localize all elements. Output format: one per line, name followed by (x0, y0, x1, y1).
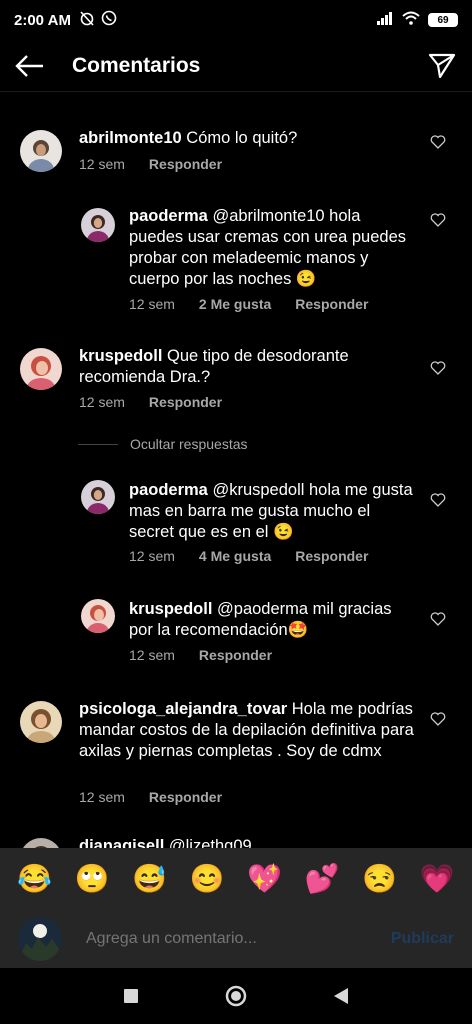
comment-input[interactable] (86, 930, 391, 948)
send-icon (428, 53, 456, 78)
avatar[interactable] (20, 348, 62, 390)
share-button[interactable] (412, 40, 472, 92)
heart-icon[interactable] (430, 711, 446, 727)
reply-button[interactable]: Responder (199, 647, 272, 663)
heart-icon[interactable] (430, 492, 446, 508)
page-title: Comentarios (72, 53, 201, 77)
reply-button[interactable]: Responder (295, 548, 368, 564)
avatar[interactable] (20, 130, 62, 172)
emoji-bar: 😂 🙄 😅 😊 💖 💕 😒 💗 (0, 848, 472, 910)
comment-username[interactable]: kruspedoll (129, 600, 212, 618)
whatsapp-icon (101, 10, 117, 30)
reply-button[interactable]: Responder (149, 156, 222, 172)
comment-username[interactable]: abrilmonte10 (79, 129, 182, 147)
emoji-button[interactable]: 😊 (190, 865, 225, 893)
wifi-icon (402, 11, 420, 29)
heart-icon[interactable] (430, 134, 446, 150)
divider (78, 443, 118, 445)
heart-icon[interactable] (430, 611, 446, 627)
likes-count[interactable]: 4 Me gusta (199, 548, 271, 564)
circle-icon (225, 985, 247, 1007)
home-button[interactable] (225, 985, 247, 1007)
back-nav-button[interactable] (333, 987, 349, 1005)
likes-count[interactable]: 2 Me gusta (199, 296, 271, 312)
reply-button[interactable]: Responder (149, 394, 222, 410)
recents-button[interactable] (123, 988, 139, 1004)
hide-replies-label: Ocultar respuestas (130, 436, 248, 452)
status-time: 2:00 AM (14, 11, 71, 29)
arrow-left-icon (15, 54, 43, 77)
comment-composer: Publicar (0, 910, 472, 968)
comment-text: Cómo lo quitó? (186, 129, 298, 147)
avatar[interactable] (20, 701, 62, 743)
comment-username[interactable]: psicologa_alejandra_tovar (79, 700, 287, 718)
emoji-button[interactable]: 💖 (247, 865, 282, 893)
comment-username[interactable]: kruspedoll (79, 347, 162, 365)
comments-list[interactable]: abrilmonte10 Cómo lo quitó? 12 sem Respo… (0, 92, 472, 848)
heart-icon[interactable] (430, 360, 446, 376)
heart-icon[interactable] (430, 212, 446, 228)
avatar[interactable] (81, 599, 115, 633)
comment-time: 12 sem (129, 296, 175, 312)
emoji-button[interactable]: 😒 (362, 865, 397, 893)
back-button[interactable] (0, 40, 60, 92)
comment-time: 12 sem (129, 548, 175, 564)
battery-icon: 69 (428, 13, 458, 27)
emoji-button[interactable]: 😅 (132, 865, 167, 893)
comment-time: 12 sem (79, 394, 125, 410)
triangle-back-icon (334, 988, 348, 1004)
avatar (18, 917, 62, 961)
emoji-button[interactable]: 🙄 (75, 865, 110, 893)
comment-time: 12 sem (79, 789, 125, 805)
publish-button[interactable]: Publicar (391, 930, 454, 948)
comment-text: @lizethg09 (168, 837, 252, 848)
signal-icon (376, 11, 394, 29)
comment-username[interactable]: paoderma (129, 207, 208, 225)
hide-replies-button[interactable]: Ocultar respuestas (78, 436, 248, 452)
comment-username[interactable]: paoderma (129, 481, 208, 499)
comment-time: 12 sem (129, 647, 175, 663)
avatar[interactable] (81, 480, 115, 514)
avatar[interactable] (81, 208, 115, 242)
system-nav-bar (0, 968, 472, 1024)
status-bar: 2:00 AM 69 (0, 0, 472, 40)
reply-button[interactable]: Responder (295, 296, 368, 312)
alarm-off-icon (79, 10, 95, 30)
comment-username[interactable]: dianagisell (79, 837, 164, 848)
comment-time: 12 sem (79, 156, 125, 172)
avatar[interactable] (20, 838, 62, 848)
square-icon (124, 989, 138, 1003)
header: Comentarios (0, 40, 472, 92)
reply-button[interactable]: Responder (149, 789, 222, 805)
emoji-button[interactable]: 😂 (17, 865, 52, 893)
emoji-button[interactable]: 💕 (305, 865, 340, 893)
emoji-button[interactable]: 💗 (420, 865, 455, 893)
